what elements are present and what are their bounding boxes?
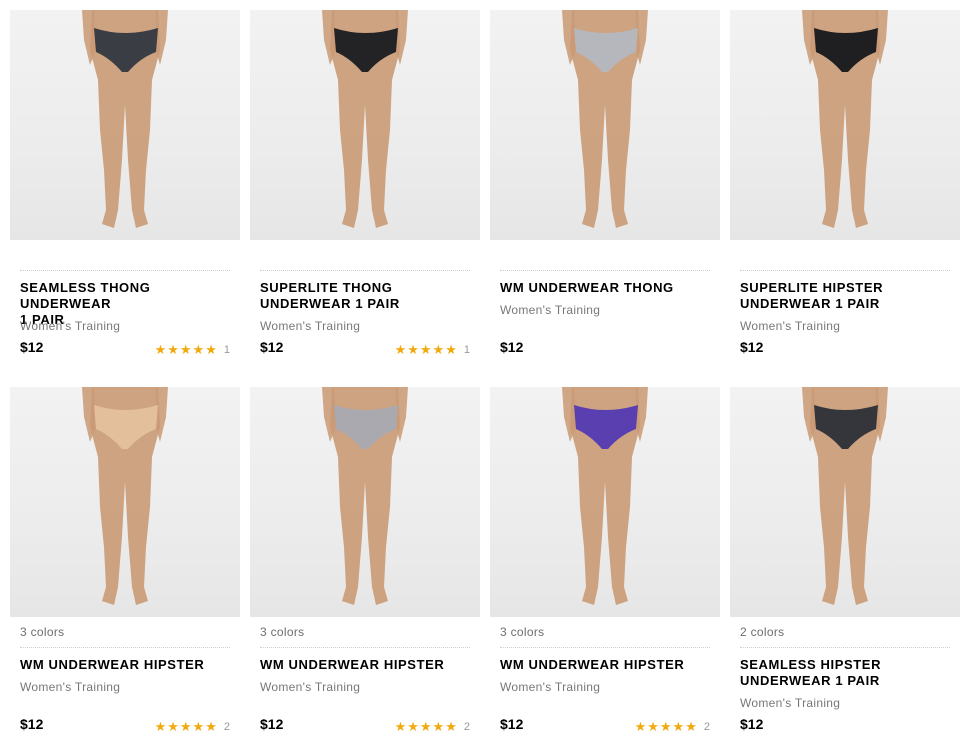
rating-stars-icon: ★★★★★ (394, 342, 458, 357)
rating-stars-icon: ★★★★★ (154, 719, 218, 734)
product-image[interactable] (250, 10, 480, 240)
product-title-line: WM UNDERWEAR HIPSTER (260, 657, 445, 672)
product-category: Women's Training (20, 319, 121, 333)
product-title-line: SEAMLESS HIPSTER (740, 657, 882, 672)
product-price: $12 (740, 716, 764, 732)
product-image[interactable] (490, 387, 720, 617)
product-card[interactable]: 3 colors WM UNDERWEAR HIPSTER Women's Trai… (490, 387, 720, 747)
product-price: $12 (500, 339, 524, 355)
product-image[interactable] (490, 10, 720, 240)
product-title-line: WM UNDERWEAR HIPSTER (500, 657, 685, 672)
product-rating[interactable]: ★★★★★ 2 (155, 720, 230, 733)
rating-stars-icon: ★★★★★ (154, 342, 218, 357)
product-title[interactable]: SEAMLESS HIPSTER UNDERWEAR 1 PAIR (740, 657, 955, 689)
product-card[interactable]: 3 colors WM UNDERWEAR HIPSTER Women's Trai… (250, 387, 480, 747)
product-price: $12 (260, 716, 284, 732)
product-price: $12 (740, 339, 764, 355)
product-price: $12 (260, 339, 284, 355)
divider (260, 270, 470, 271)
product-category: Women's Training (260, 680, 361, 694)
product-rating[interactable]: ★★★★★ 2 (395, 720, 470, 733)
color-count: 3 colors (20, 625, 65, 639)
color-count: 2 colors (740, 625, 785, 639)
product-title[interactable]: WM UNDERWEAR HIPSTER (260, 657, 475, 673)
product-title[interactable]: WM UNDERWEAR THONG (500, 280, 715, 296)
product-category: Women's Training (500, 680, 601, 694)
product-image[interactable] (10, 10, 240, 240)
product-category: Women's Training (20, 680, 121, 694)
product-category: Women's Training (740, 319, 841, 333)
product-title-line: WM UNDERWEAR THONG (500, 280, 674, 295)
product-title-line: UNDERWEAR 1 PAIR (740, 673, 880, 688)
review-count: 1 (223, 343, 230, 356)
review-count: 1 (463, 343, 470, 356)
product-title-line: UNDERWEAR 1 PAIR (260, 296, 400, 311)
divider (500, 647, 710, 648)
product-price: $12 (500, 716, 524, 732)
product-card[interactable]: 2 colors SEAMLESS HIPSTER UNDERWEAR 1 PAIR… (730, 387, 960, 747)
product-category: Women's Training (740, 696, 841, 710)
product-category: Women's Training (500, 303, 601, 317)
product-rating[interactable]: ★★★★★ 1 (395, 343, 470, 356)
product-card[interactable]: SUPERLITE THONG UNDERWEAR 1 PAIR Women's T… (250, 10, 480, 370)
divider (260, 647, 470, 648)
product-title-line: UNDERWEAR 1 PAIR (740, 296, 880, 311)
product-title-line: SEAMLESS THONG UNDERWEAR (20, 280, 151, 311)
rating-stars-icon: ★★★★★ (394, 719, 458, 734)
product-card[interactable]: 3 colors WM UNDERWEAR HIPSTER Women's Trai… (10, 387, 240, 747)
product-title-line: SUPERLITE THONG (260, 280, 393, 295)
product-title[interactable]: SUPERLITE THONG UNDERWEAR 1 PAIR (260, 280, 475, 312)
product-title[interactable]: WM UNDERWEAR HIPSTER (20, 657, 235, 673)
product-image[interactable] (250, 387, 480, 617)
divider (500, 270, 710, 271)
product-image[interactable] (730, 10, 960, 240)
color-count: 3 colors (260, 625, 305, 639)
product-card[interactable]: SEAMLESS THONG UNDERWEAR 1 PAIR Women's Tr… (10, 10, 240, 370)
product-category: Women's Training (260, 319, 361, 333)
product-price: $12 (20, 339, 44, 355)
product-image[interactable] (10, 387, 240, 617)
product-title-line: WM UNDERWEAR HIPSTER (20, 657, 205, 672)
product-rating[interactable]: ★★★★★ 2 (635, 720, 710, 733)
review-count: 2 (463, 720, 470, 733)
divider (20, 270, 230, 271)
product-price: $12 (20, 716, 44, 732)
product-card[interactable]: WM UNDERWEAR THONG Women's Training $12 (490, 10, 720, 370)
color-count: 3 colors (500, 625, 545, 639)
review-count: 2 (703, 720, 710, 733)
product-title[interactable]: SUPERLITE HIPSTER UNDERWEAR 1 PAIR (740, 280, 955, 312)
product-title[interactable]: WM UNDERWEAR HIPSTER (500, 657, 715, 673)
product-title-line: SUPERLITE HIPSTER (740, 280, 884, 295)
product-grid: SEAMLESS THONG UNDERWEAR 1 PAIR Women's Tr… (0, 0, 971, 747)
rating-stars-icon: ★★★★★ (634, 719, 698, 734)
product-rating[interactable]: ★★★★★ 1 (155, 343, 230, 356)
divider (20, 647, 230, 648)
divider (740, 647, 950, 648)
product-image[interactable] (730, 387, 960, 617)
divider (740, 270, 950, 271)
review-count: 2 (223, 720, 230, 733)
product-card[interactable]: SUPERLITE HIPSTER UNDERWEAR 1 PAIR Women's… (730, 10, 960, 370)
